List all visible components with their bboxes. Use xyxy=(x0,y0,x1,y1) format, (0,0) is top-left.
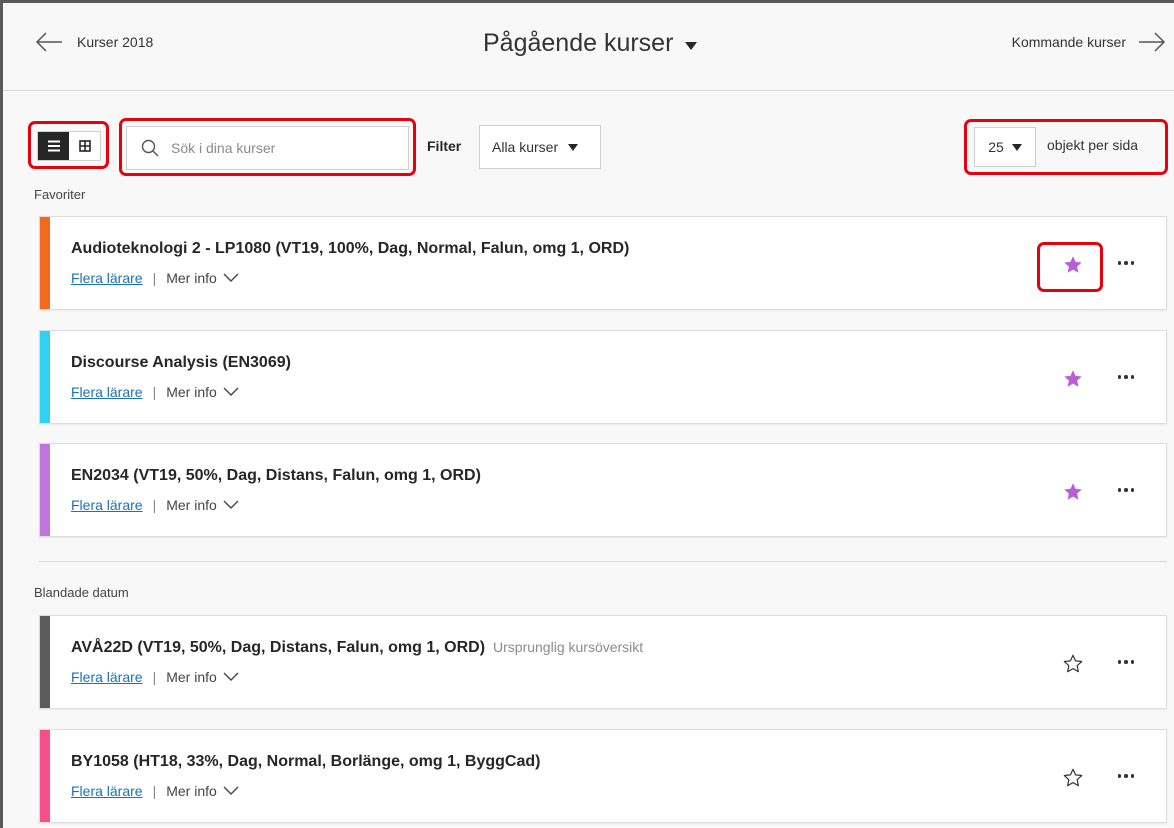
course-color-bar xyxy=(40,444,50,536)
favorite-button[interactable] xyxy=(1062,368,1084,390)
per-page-value: 25 xyxy=(988,139,1004,155)
course-subtitle: Ursprunglig kursöversikt xyxy=(493,639,644,655)
course-color-bar xyxy=(40,730,50,822)
teachers-link[interactable]: Flera lärare xyxy=(71,270,143,286)
star-filled-icon xyxy=(1064,370,1082,387)
course-name-text: AVÅ22D (VT19, 50%, Dag, Distans, Falun, … xyxy=(71,639,486,656)
chevron-down-icon xyxy=(223,500,239,509)
header-bar: Kurser 2018 Pågående kurser Kommande kur… xyxy=(3,3,1174,91)
course-term-dropdown[interactable]: Pågående kurser xyxy=(483,29,698,58)
more-info-label: Mer info xyxy=(166,669,217,685)
upcoming-courses-link[interactable]: Kommande kurser xyxy=(1012,31,1166,53)
page-title: Pågående kurser xyxy=(483,29,674,57)
per-page-dropdown[interactable]: 25 xyxy=(974,127,1036,167)
course-color-bar xyxy=(40,331,50,423)
more-info-label: Mer info xyxy=(166,384,217,400)
more-info-label: Mer info xyxy=(166,783,217,799)
course-card[interactable]: BY1058 (HT18, 33%, Dag, Normal, Borlänge… xyxy=(39,729,1167,823)
view-toggle xyxy=(37,131,101,161)
star-filled-icon xyxy=(1064,483,1082,500)
more-info-label: Mer info xyxy=(166,270,217,286)
course-meta: Flera lärare | Mer info xyxy=(71,669,239,685)
chevron-down-icon xyxy=(223,273,239,282)
separator: | xyxy=(152,669,157,685)
more-options-button[interactable] xyxy=(1114,652,1138,672)
app-frame: Kurser 2018 Pågående kurser Kommande kur… xyxy=(0,0,1174,828)
course-color-bar xyxy=(40,616,50,708)
more-info-toggle[interactable]: Mer info xyxy=(166,497,239,513)
favorite-button[interactable] xyxy=(1062,767,1084,789)
course-meta: Flera lärare | Mer info xyxy=(71,384,239,400)
chevron-down-icon xyxy=(223,672,239,681)
teachers-link[interactable]: Flera lärare xyxy=(71,669,143,685)
chevron-down-icon xyxy=(223,786,239,795)
course-meta: Flera lärare | Mer info xyxy=(71,497,239,513)
section-label-favorites: Favoriter xyxy=(34,187,86,202)
more-info-label: Mer info xyxy=(166,497,217,513)
section-divider xyxy=(39,561,1167,562)
chevron-down-icon xyxy=(1011,143,1022,151)
chevron-down-icon xyxy=(568,143,579,151)
course-name[interactable]: Discourse Analysis (EN3069) xyxy=(71,354,291,372)
upcoming-courses-label: Kommande kurser xyxy=(1011,34,1126,50)
search-input[interactable] xyxy=(171,140,391,156)
course-color-bar xyxy=(40,217,50,309)
separator: | xyxy=(152,270,157,286)
filter-dropdown[interactable]: Alla kurser xyxy=(479,125,601,169)
more-options-button[interactable] xyxy=(1114,480,1138,500)
search-box xyxy=(126,126,409,170)
arrow-right-icon xyxy=(1139,32,1166,52)
separator: | xyxy=(152,783,157,799)
course-card[interactable]: Audioteknologi 2 - LP1080 (VT19, 100%, D… xyxy=(39,216,1167,310)
toolbar: Filter Alla kurser 25 objekt per sida xyxy=(3,91,1174,181)
more-info-toggle[interactable]: Mer info xyxy=(166,384,239,400)
star-outline-icon xyxy=(1063,654,1083,673)
teachers-link[interactable]: Flera lärare xyxy=(71,497,143,513)
previous-courses-link[interactable]: Kurser 2018 xyxy=(35,31,153,53)
course-card[interactable]: Discourse Analysis (EN3069) Flera lärare… xyxy=(39,330,1167,424)
separator: | xyxy=(152,384,157,400)
more-info-toggle[interactable]: Mer info xyxy=(166,783,239,799)
course-name[interactable]: EN2034 (VT19, 50%, Dag, Distans, Falun, … xyxy=(71,467,481,485)
more-info-toggle[interactable]: Mer info xyxy=(166,669,239,685)
star-outline-icon xyxy=(1063,768,1083,787)
more-options-button[interactable] xyxy=(1114,766,1138,786)
list-view-button[interactable] xyxy=(38,132,69,160)
more-options-button[interactable] xyxy=(1114,253,1138,273)
more-options-button[interactable] xyxy=(1114,367,1138,387)
chevron-down-icon xyxy=(685,41,698,50)
previous-courses-label: Kurser 2018 xyxy=(77,34,154,50)
teachers-link[interactable]: Flera lärare xyxy=(71,384,143,400)
course-name[interactable]: AVÅ22D (VT19, 50%, Dag, Distans, Falun, … xyxy=(71,639,643,657)
grid-view-icon xyxy=(78,140,91,152)
highlight-box-favorite xyxy=(1037,242,1103,292)
list-view-icon xyxy=(47,140,60,152)
favorite-button[interactable] xyxy=(1062,481,1084,503)
course-name[interactable]: BY1058 (HT18, 33%, Dag, Normal, Borlänge… xyxy=(71,753,540,771)
favorite-button[interactable] xyxy=(1062,653,1084,675)
filter-value: Alla kurser xyxy=(492,139,559,155)
separator: | xyxy=(152,497,157,513)
more-info-toggle[interactable]: Mer info xyxy=(166,270,239,286)
per-page-label: objekt per sida xyxy=(1047,137,1139,153)
grid-view-button[interactable] xyxy=(69,132,100,160)
arrow-left-icon xyxy=(35,32,62,52)
course-card[interactable]: EN2034 (VT19, 50%, Dag, Distans, Falun, … xyxy=(39,443,1167,537)
course-name[interactable]: Audioteknologi 2 - LP1080 (VT19, 100%, D… xyxy=(71,240,629,258)
search-icon xyxy=(141,139,159,157)
chevron-down-icon xyxy=(223,387,239,396)
section-label-mixed-dates: Blandade datum xyxy=(34,585,129,600)
course-card[interactable]: AVÅ22D (VT19, 50%, Dag, Distans, Falun, … xyxy=(39,615,1167,709)
course-meta: Flera lärare | Mer info xyxy=(71,783,239,799)
filter-label: Filter xyxy=(427,138,462,154)
course-meta: Flera lärare | Mer info xyxy=(71,270,239,286)
teachers-link[interactable]: Flera lärare xyxy=(71,783,143,799)
